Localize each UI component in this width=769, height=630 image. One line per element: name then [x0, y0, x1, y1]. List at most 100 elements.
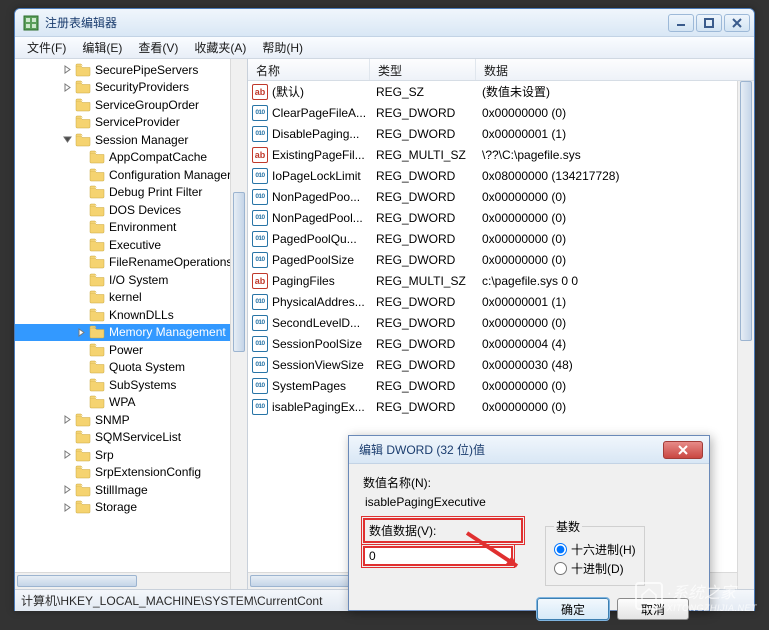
list-row[interactable]: ExistingPageFil...REG_MULTI_SZ\??\C:\pag…	[248, 144, 754, 165]
menu-file[interactable]: 文件(F)	[19, 37, 74, 58]
tree-item[interactable]: Srp	[15, 446, 247, 464]
radio-hex-input[interactable]	[554, 543, 567, 556]
menu-favorites[interactable]: 收藏夹(A)	[186, 37, 254, 58]
tree-item-label: Session Manager	[95, 133, 188, 147]
expander-open-icon[interactable]	[61, 134, 73, 146]
tree-item[interactable]: WPA	[15, 394, 247, 412]
col-header-type[interactable]: 类型	[370, 59, 476, 80]
expander-closed-icon[interactable]	[61, 501, 73, 513]
tree-item[interactable]: Configuration Manager	[15, 166, 247, 184]
expander-closed-icon[interactable]	[75, 326, 87, 338]
cell-type: REG_DWORD	[376, 232, 482, 246]
tree-item[interactable]: I/O System	[15, 271, 247, 289]
tree-item[interactable]: Memory Management	[15, 324, 247, 342]
list-row[interactable]: DisablePaging...REG_DWORD0x00000001 (1)	[248, 123, 754, 144]
tree-item[interactable]: Power	[15, 341, 247, 359]
col-header-data[interactable]: 数据	[476, 59, 754, 80]
cell-data: 0x00000000 (0)	[482, 211, 754, 225]
radio-hex[interactable]: 十六进制(H)	[554, 541, 636, 558]
status-path: 计算机\HKEY_LOCAL_MACHINE\SYSTEM\CurrentCon…	[21, 592, 322, 609]
tree-item-label: Configuration Manager	[109, 168, 231, 182]
value-list[interactable]: (默认)REG_SZ(数值未设置)ClearPageFileA...REG_DW…	[248, 81, 754, 417]
cell-data: 0x00000000 (0)	[482, 379, 754, 393]
close-button[interactable]	[724, 14, 750, 32]
list-row[interactable]: PagedPoolSizeREG_DWORD0x00000000 (0)	[248, 249, 754, 270]
tree-item[interactable]: FileRenameOperations	[15, 254, 247, 272]
cell-data: 0x00000030 (48)	[482, 358, 754, 372]
expander-closed-icon[interactable]	[61, 449, 73, 461]
tree-item[interactable]: DOS Devices	[15, 201, 247, 219]
list-row[interactable]: ClearPageFileA...REG_DWORD0x00000000 (0)	[248, 102, 754, 123]
maximize-button[interactable]	[696, 14, 722, 32]
list-row[interactable]: PhysicalAddres...REG_DWORD0x00000001 (1)	[248, 291, 754, 312]
tree-item[interactable]: SecurityProviders	[15, 79, 247, 97]
list-row[interactable]: (默认)REG_SZ(数值未设置)	[248, 81, 754, 102]
list-row[interactable]: SecondLevelD...REG_DWORD0x00000000 (0)	[248, 312, 754, 333]
list-row[interactable]: PagingFilesREG_MULTI_SZc:\pagefile.sys 0…	[248, 270, 754, 291]
dialog-titlebar[interactable]: 编辑 DWORD (32 位)值	[349, 436, 709, 464]
tree-item[interactable]: Session Manager	[15, 131, 247, 149]
string-value-icon	[252, 84, 268, 100]
list-row[interactable]: NonPagedPool...REG_DWORD0x00000000 (0)	[248, 207, 754, 228]
minimize-button[interactable]	[668, 14, 694, 32]
list-row[interactable]: SessionViewSizeREG_DWORD0x00000030 (48)	[248, 354, 754, 375]
titlebar[interactable]: 注册表编辑器	[15, 9, 754, 37]
tree-item[interactable]: SQMServiceList	[15, 429, 247, 447]
tree-item[interactable]: Executive	[15, 236, 247, 254]
expander-closed-icon[interactable]	[61, 414, 73, 426]
string-value-icon	[252, 147, 268, 163]
tree-item[interactable]: SubSystems	[15, 376, 247, 394]
expander-closed-icon[interactable]	[61, 81, 73, 93]
tree-item-label: StillImage	[95, 483, 148, 497]
tree-item[interactable]: ServiceProvider	[15, 114, 247, 132]
radio-dec[interactable]: 十进制(D)	[554, 560, 636, 577]
tree-item[interactable]: AppCompatCache	[15, 149, 247, 167]
expander-none	[75, 256, 87, 268]
tree-item[interactable]: ServiceGroupOrder	[15, 96, 247, 114]
radio-dec-input[interactable]	[554, 562, 567, 575]
ok-button[interactable]: 确定	[537, 598, 609, 620]
tree-item[interactable]: kernel	[15, 289, 247, 307]
list-row[interactable]: NonPagedPoo...REG_DWORD0x00000000 (0)	[248, 186, 754, 207]
tree-item[interactable]: Environment	[15, 219, 247, 237]
tree-item[interactable]: Storage	[15, 499, 247, 517]
cell-data: 0x00000000 (0)	[482, 106, 754, 120]
tree-item[interactable]: KnownDLLs	[15, 306, 247, 324]
list-row[interactable]: isablePagingEx...REG_DWORD0x00000000 (0)	[248, 396, 754, 417]
cell-type: REG_DWORD	[376, 253, 482, 267]
expander-closed-icon[interactable]	[61, 64, 73, 76]
expander-closed-icon[interactable]	[61, 484, 73, 496]
scrollbar-thumb[interactable]	[17, 575, 137, 587]
cell-data: 0x00000000 (0)	[482, 190, 754, 204]
string-value-icon	[252, 273, 268, 289]
list-scrollbar[interactable]	[737, 81, 754, 589]
dialog-close-button[interactable]	[663, 441, 703, 459]
cell-type: REG_DWORD	[376, 211, 482, 225]
col-header-name[interactable]: 名称	[248, 59, 370, 80]
tree-item[interactable]: SecurePipeServers	[15, 61, 247, 79]
tree-item[interactable]: StillImage	[15, 481, 247, 499]
menu-view[interactable]: 查看(V)	[130, 37, 186, 58]
cell-data: 0x00000001 (1)	[482, 295, 754, 309]
expander-none	[75, 274, 87, 286]
scrollbar-thumb[interactable]	[233, 192, 245, 352]
tree-item[interactable]: Debug Print Filter	[15, 184, 247, 202]
cell-data: 0x00000000 (0)	[482, 232, 754, 246]
list-row[interactable]: SessionPoolSizeREG_DWORD0x00000004 (4)	[248, 333, 754, 354]
list-row[interactable]: IoPageLockLimitREG_DWORD0x08000000 (1342…	[248, 165, 754, 186]
list-row[interactable]: PagedPoolQu...REG_DWORD0x00000000 (0)	[248, 228, 754, 249]
tree-scrollbar[interactable]	[230, 59, 247, 589]
value-data-field[interactable]	[363, 546, 513, 566]
tree-item[interactable]: Quota System	[15, 359, 247, 377]
binary-value-icon	[252, 357, 268, 373]
cell-type: REG_DWORD	[376, 316, 482, 330]
scrollbar-thumb[interactable]	[740, 81, 752, 341]
list-row[interactable]: SystemPagesREG_DWORD0x00000000 (0)	[248, 375, 754, 396]
tree-item[interactable]: SrpExtensionConfig	[15, 464, 247, 482]
cell-name: SecondLevelD...	[272, 316, 376, 330]
tree-item[interactable]: SNMP	[15, 411, 247, 429]
tree-hscrollbar[interactable]	[15, 572, 230, 589]
registry-tree[interactable]: SecurePipeServersSecurityProvidersServic…	[15, 59, 247, 518]
menu-help[interactable]: 帮助(H)	[254, 37, 311, 58]
menu-edit[interactable]: 编辑(E)	[74, 37, 130, 58]
